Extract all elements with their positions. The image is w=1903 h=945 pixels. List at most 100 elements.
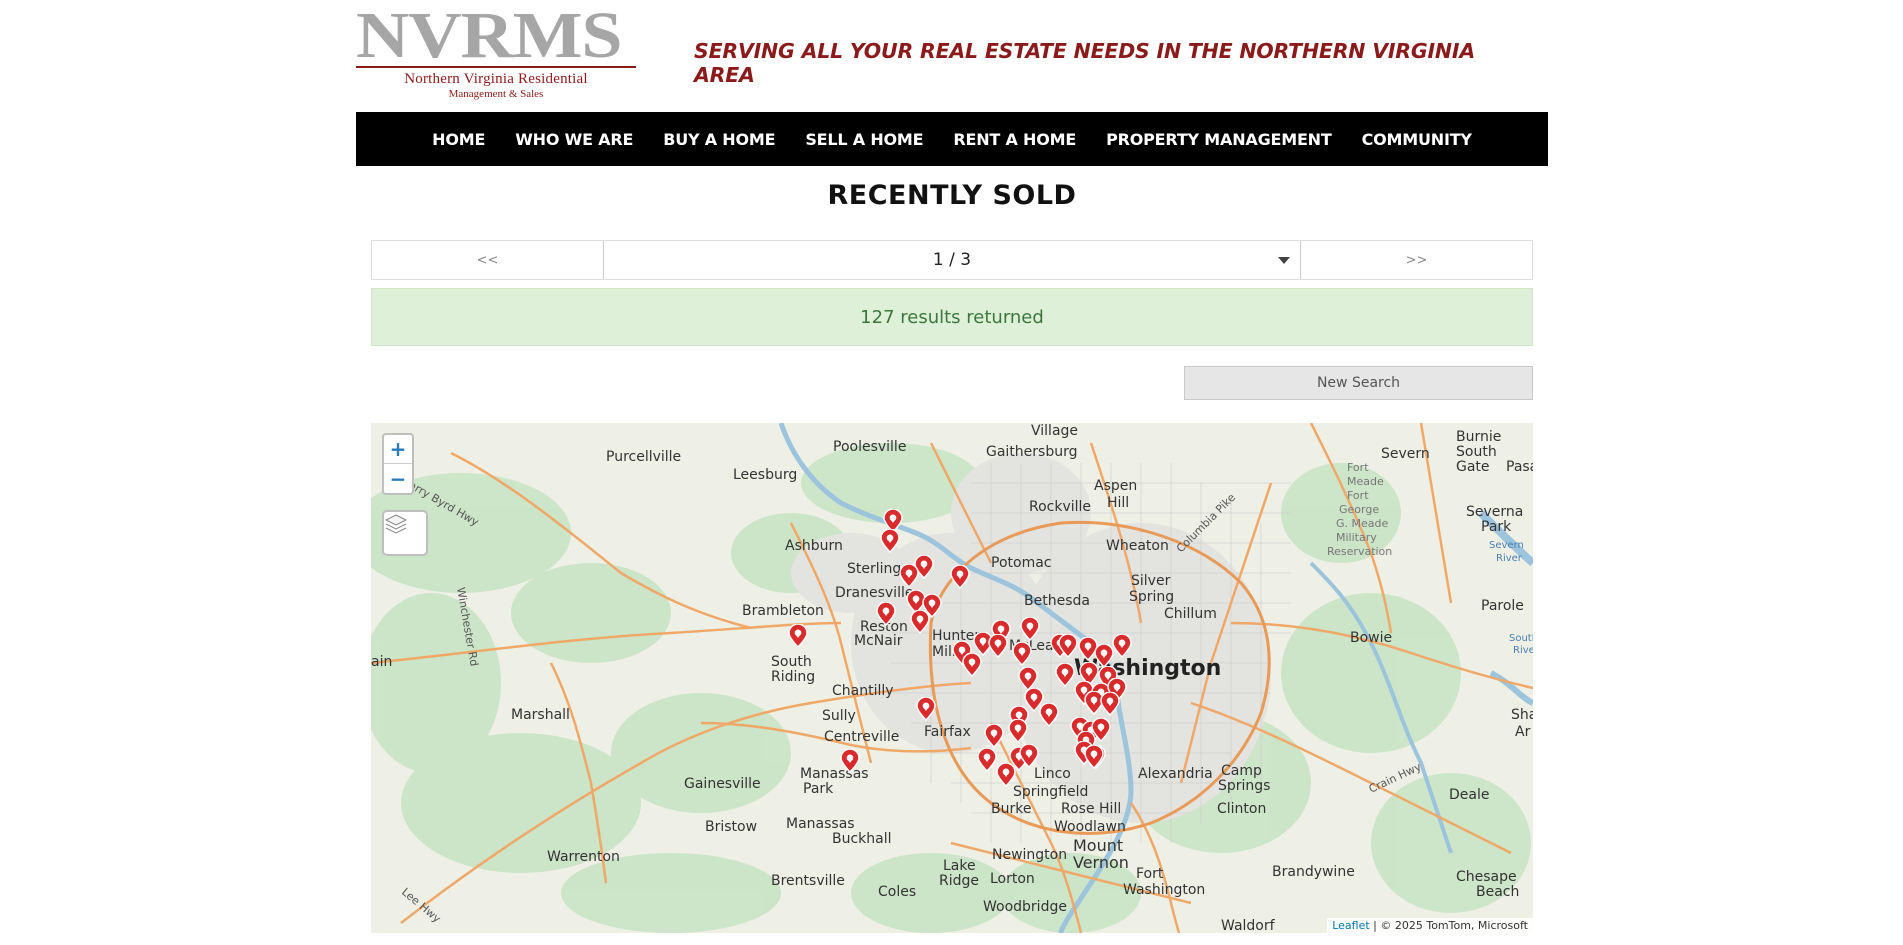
svg-text:Purcellville: Purcellville <box>606 449 681 465</box>
prev-page-button[interactable]: << <box>372 241 604 279</box>
svg-text:River: River <box>1496 553 1523 564</box>
map-pin-icon[interactable] <box>949 565 971 589</box>
map-pin-icon[interactable] <box>875 602 897 626</box>
map-attribution: Leaflet | © 2025 TomTom, Microsoft <box>1327 918 1533 933</box>
svg-text:ain: ain <box>371 654 392 670</box>
svg-text:Gaithersburg: Gaithersburg <box>986 444 1078 460</box>
nav-property-management[interactable]: PROPERTY MANAGEMENT <box>1106 130 1332 149</box>
svg-text:Ar: Ar <box>1515 724 1531 740</box>
map-pin-icon[interactable] <box>1083 745 1105 769</box>
logo-line1: Northern Virginia Residential <box>404 71 588 87</box>
nav-rent-a-home[interactable]: RENT A HOME <box>953 130 1076 149</box>
map-pin-icon[interactable] <box>1011 642 1033 666</box>
svg-text:Gainesville: Gainesville <box>684 776 761 792</box>
svg-text:Ashburn: Ashburn <box>785 538 843 554</box>
svg-text:Severn: Severn <box>1381 446 1430 462</box>
map-pin-icon[interactable] <box>983 724 1005 748</box>
svg-text:Clinton: Clinton <box>1217 801 1266 817</box>
svg-text:Village: Village <box>1031 423 1078 439</box>
svg-text:Park: Park <box>1481 519 1512 535</box>
svg-text:Brentsville: Brentsville <box>771 873 845 889</box>
svg-text:Fort: Fort <box>1347 489 1369 502</box>
next-page-button[interactable]: >> <box>1300 241 1532 279</box>
new-search-button[interactable]: New Search <box>1184 366 1533 400</box>
svg-text:Park: Park <box>803 781 834 797</box>
map-pin-icon[interactable] <box>1018 744 1040 768</box>
map-pin-icon[interactable] <box>987 634 1009 658</box>
svg-text:Chesape: Chesape <box>1456 869 1517 885</box>
nav-who-we-are[interactable]: WHO WE ARE <box>515 130 633 149</box>
map-pin-icon[interactable] <box>879 529 901 553</box>
svg-text:Manassas: Manassas <box>786 816 855 832</box>
svg-text:Washington: Washington <box>1123 882 1205 898</box>
svg-text:River: River <box>1513 645 1533 656</box>
svg-text:George: George <box>1339 503 1379 516</box>
page-select-value: 1 / 3 <box>932 250 972 270</box>
main-nav: HOME WHO WE ARE BUY A HOME SELL A HOME R… <box>356 112 1548 166</box>
layers-button[interactable] <box>382 510 428 556</box>
leaflet-link[interactable]: Leaflet <box>1332 919 1369 932</box>
tagline: SERVING ALL YOUR REAL ESTATE NEEDS IN TH… <box>694 39 1475 87</box>
svg-text:Centreville: Centreville <box>824 729 899 745</box>
svg-text:Springs: Springs <box>1218 778 1270 794</box>
map-pin-icon[interactable] <box>915 697 937 721</box>
svg-text:Bristow: Bristow <box>705 819 757 835</box>
svg-text:Hill: Hill <box>1107 495 1129 511</box>
pager: << 1 / 3 >> <box>371 240 1533 280</box>
svg-text:Bowie: Bowie <box>1350 630 1392 646</box>
svg-text:Marshall: Marshall <box>511 707 570 723</box>
zoom-control: + − <box>382 433 414 495</box>
svg-text:Parole: Parole <box>1481 598 1524 614</box>
svg-text:Woodlawn: Woodlawn <box>1054 819 1126 835</box>
zoom-in-button[interactable]: + <box>384 435 412 464</box>
svg-text:G. Meade: G. Meade <box>1336 517 1388 530</box>
svg-text:Rockville: Rockville <box>1029 499 1091 515</box>
nav-buy-a-home[interactable]: BUY A HOME <box>663 130 775 149</box>
map-pin-icon[interactable] <box>1019 617 1041 641</box>
nav-sell-a-home[interactable]: SELL A HOME <box>805 130 923 149</box>
map-pin-icon[interactable] <box>787 624 809 648</box>
map-pin-icon[interactable] <box>995 763 1017 787</box>
svg-text:Springfield: Springfield <box>1013 784 1088 800</box>
svg-text:Military: Military <box>1336 531 1377 544</box>
page-select[interactable]: 1 / 3 <box>604 241 1300 279</box>
chevron-down-icon <box>1278 257 1290 264</box>
map[interactable]: Village Poolesville Gaithersburg Severn … <box>371 423 1533 933</box>
map-pin-icon[interactable] <box>839 749 861 773</box>
svg-text:Riding: Riding <box>771 669 815 685</box>
svg-text:Severn: Severn <box>1489 540 1524 551</box>
svg-text:Lake: Lake <box>943 858 976 874</box>
svg-text:Sterling: Sterling <box>847 561 901 577</box>
svg-text:Burnie: Burnie <box>1456 429 1501 445</box>
svg-text:Chantilly: Chantilly <box>832 683 894 699</box>
svg-text:Potomac: Potomac <box>991 555 1051 571</box>
map-pin-icon[interactable] <box>909 610 931 634</box>
results-alert: 127 results returned <box>371 288 1533 346</box>
logo[interactable]: NVRMS Northern Virginia Residential Mana… <box>356 3 638 100</box>
svg-text:Coles: Coles <box>878 884 916 900</box>
nav-community[interactable]: COMMUNITY <box>1362 130 1472 149</box>
svg-text:Warrenton: Warrenton <box>547 849 620 865</box>
svg-text:Fort: Fort <box>1136 866 1164 882</box>
svg-text:Aspen: Aspen <box>1094 478 1137 494</box>
svg-text:Poolesville: Poolesville <box>833 439 906 455</box>
svg-text:South: South <box>771 654 812 670</box>
svg-text:Brandywine: Brandywine <box>1272 864 1355 880</box>
map-pin-icon[interactable] <box>1057 634 1079 658</box>
svg-text:Ridge: Ridge <box>939 873 979 889</box>
svg-text:Deale: Deale <box>1449 787 1489 803</box>
logo-mark: NVRMS <box>356 0 623 72</box>
map-pin-icon[interactable] <box>1099 692 1121 716</box>
attribution-text: | © 2025 TomTom, Microsoft <box>1369 919 1528 932</box>
map-pin-icon[interactable] <box>1038 703 1060 727</box>
nav-home[interactable]: HOME <box>432 130 485 149</box>
svg-text:Linco: Linco <box>1034 766 1071 782</box>
map-pin-icon[interactable] <box>961 653 983 677</box>
map-pin-icon[interactable] <box>898 564 920 588</box>
zoom-out-button[interactable]: − <box>384 464 412 493</box>
map-pin-icon[interactable] <box>1007 719 1029 743</box>
svg-text:Bethesda: Bethesda <box>1024 593 1090 609</box>
svg-text:Reservation: Reservation <box>1327 545 1392 558</box>
svg-text:Pasa: Pasa <box>1506 459 1533 475</box>
svg-text:Gate: Gate <box>1456 459 1490 475</box>
